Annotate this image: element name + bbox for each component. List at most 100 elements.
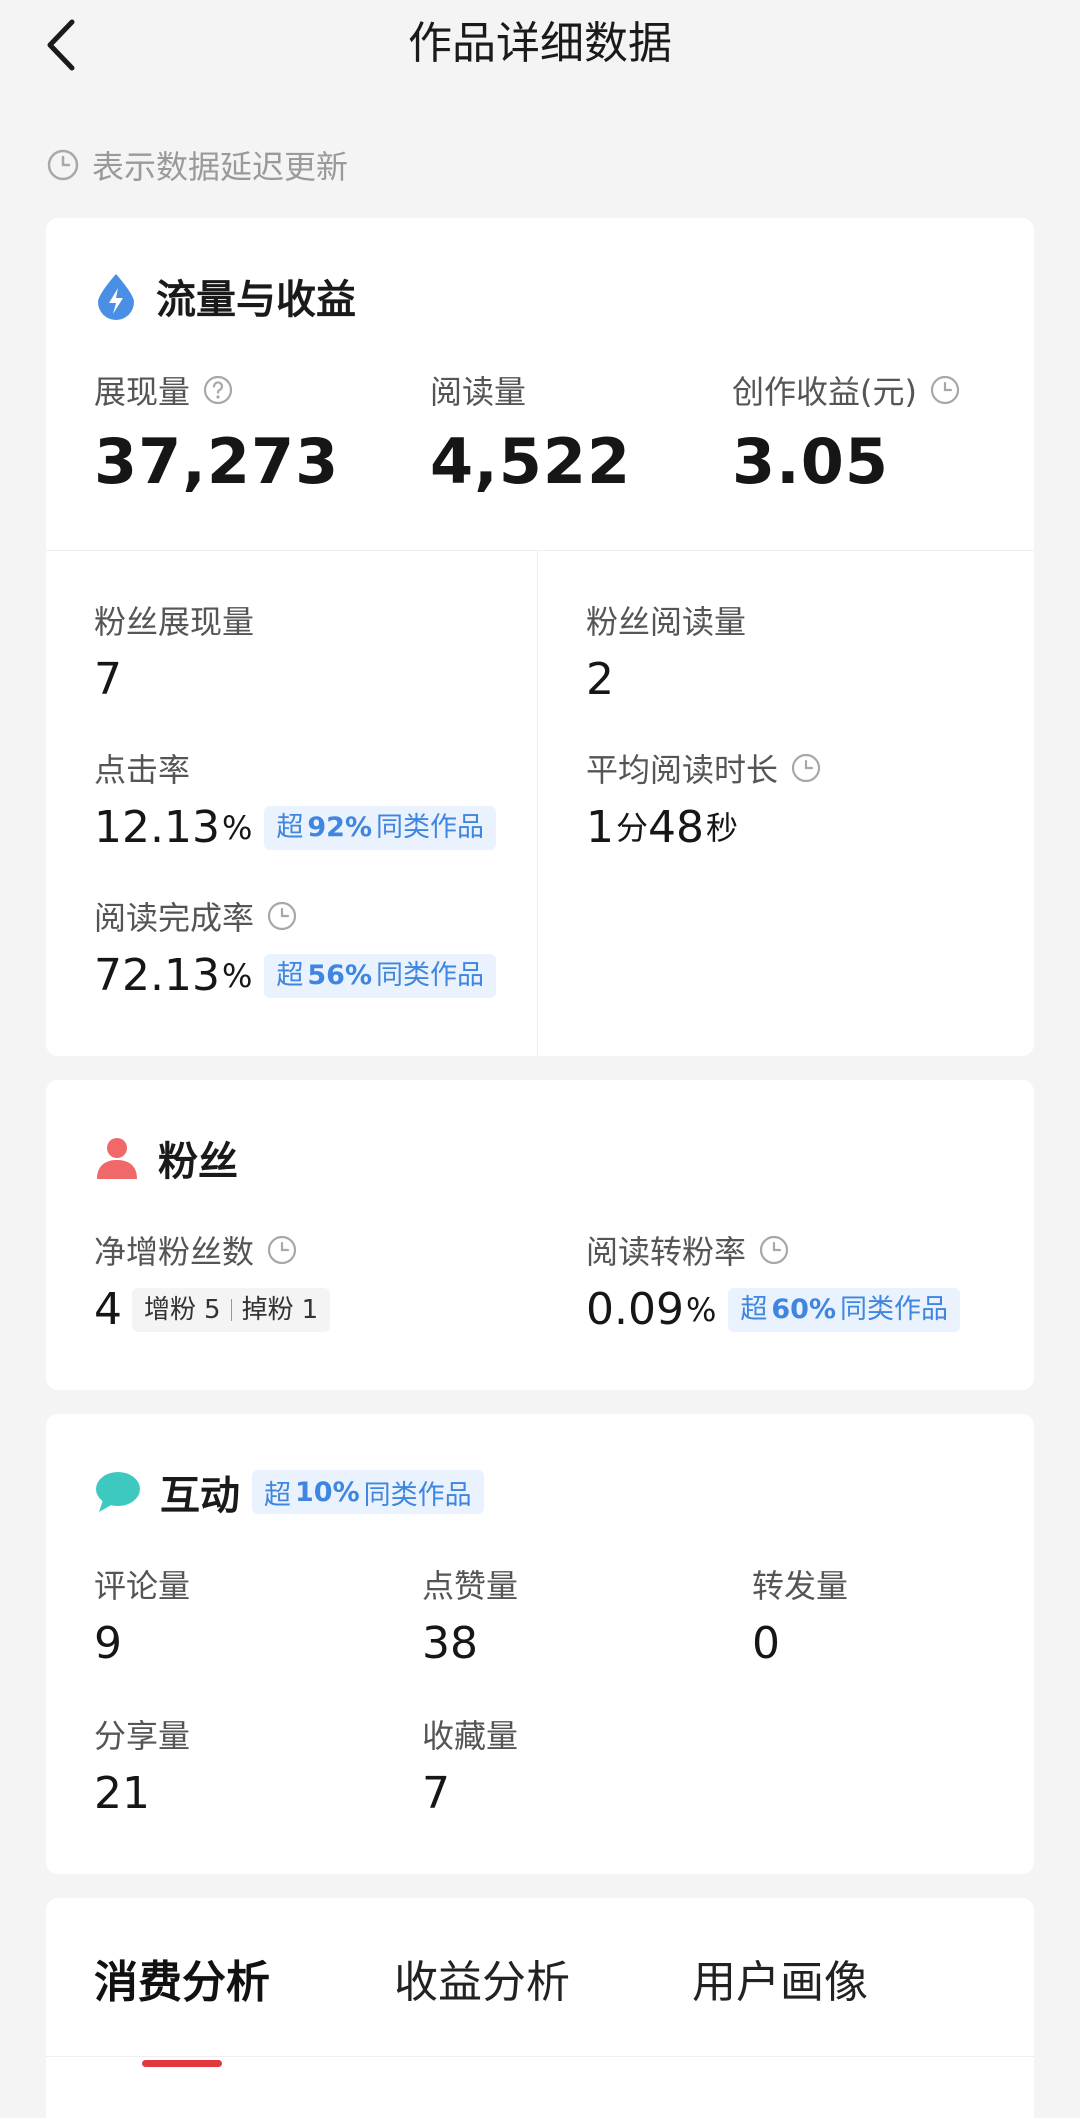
completion-rate-unit: %	[221, 957, 253, 995]
avg-read-minutes: 1	[586, 802, 614, 853]
tabs-divider	[46, 2056, 1034, 2057]
traffic-divider	[46, 550, 1034, 551]
read-to-fan-rate-metric[interactable]: 阅读转粉率 0.09% 超 60% 同类作品	[586, 1230, 961, 1336]
reposts-label: 转发量	[752, 1567, 849, 1605]
earnings-metric[interactable]: 创作收益(元) 3.05	[732, 370, 961, 498]
fan-reads-number: 2	[586, 654, 614, 705]
likes-metric[interactable]: 点赞量 38	[422, 1564, 518, 1670]
completion-rate-value: 72.13% 超 56% 同类作品	[94, 950, 497, 1002]
impressions-metric[interactable]: 展现量 37,273	[94, 370, 339, 498]
ctr-number: 12.13	[94, 802, 220, 853]
ctr-label: 点击率	[94, 751, 191, 789]
completion-rank-badge: 超 56% 同类作品	[264, 954, 497, 998]
ctr-metric[interactable]: 点击率 12.13% 超 92% 同类作品	[94, 748, 497, 854]
favorites-value: 7	[422, 1768, 450, 1819]
ctr-badge-prefix: 超	[276, 812, 304, 843]
fan-impressions-number: 7	[94, 654, 122, 705]
avg-read-time-metric[interactable]: 平均阅读时长 1 分 48 秒	[586, 748, 822, 854]
likes-label: 点赞量	[422, 1567, 519, 1605]
comments-metric[interactable]: 评论量 9	[94, 1564, 190, 1670]
chip-separator	[230, 1299, 232, 1321]
shares-label: 分享量	[94, 1717, 191, 1755]
ctr-badge-suffix: 同类作品	[376, 812, 485, 843]
fan-gain-label: 增粉	[144, 1295, 197, 1325]
shares-metric[interactable]: 分享量 21	[94, 1714, 190, 1820]
net-fans-metric[interactable]: 净增粉丝数 4 增粉 5 掉粉 1	[94, 1230, 331, 1336]
completion-rate-number: 72.13	[94, 950, 220, 1001]
interaction-card: 互动 超 10% 同类作品 评论量 9 点赞量 38 转发量 0 分享量 21 收藏…	[46, 1414, 1034, 1874]
fan-loss-label: 掉粉	[241, 1295, 294, 1325]
read-to-fan-rate-number: 0.09	[586, 1284, 684, 1335]
analysis-tabs-card: 消费分析 收益分析 用户画像	[46, 1898, 1034, 2118]
avg-read-minutes-unit: 分	[616, 809, 649, 847]
likes-value: 38	[422, 1618, 478, 1669]
interaction-rank-badge: 超 10% 同类作品	[252, 1470, 484, 1514]
read-to-fan-rate-value: 0.09% 超 60% 同类作品	[586, 1284, 961, 1336]
fan-reads-label: 粉丝阅读量	[586, 603, 747, 641]
conversion-rank-badge: 超 60% 同类作品	[728, 1288, 961, 1332]
net-fans-value: 4 增粉 5 掉粉 1	[94, 1284, 331, 1336]
completion-badge-pct: 56%	[307, 960, 373, 991]
conversion-badge-pct: 60%	[771, 1294, 837, 1325]
favorites-label: 收藏量	[422, 1717, 519, 1755]
comments-value: 9	[94, 1618, 122, 1669]
ctr-unit: %	[221, 809, 253, 847]
clock-icon	[759, 1235, 789, 1265]
fan-gain-value: 5	[204, 1295, 221, 1325]
fan-reads-metric[interactable]: 粉丝阅读量 2	[586, 600, 746, 706]
ctr-value: 12.13% 超 92% 同类作品	[94, 802, 497, 854]
interaction-card-title: 互动 超 10% 同类作品	[94, 1464, 484, 1520]
top-bar: 作品详细数据	[0, 0, 1080, 95]
chat-bubble-icon	[96, 1472, 140, 1512]
comments-label: 评论量	[94, 1567, 191, 1605]
reads-label: 阅读量	[430, 373, 527, 411]
fan-impressions-value: 7	[94, 654, 254, 706]
earnings-label: 创作收益(元)	[732, 373, 917, 411]
delay-notice: 表示数据延迟更新	[46, 145, 349, 186]
shares-value: 21	[94, 1768, 150, 1819]
interaction-card-title-text: 互动	[160, 1473, 240, 1519]
fan-impressions-metric[interactable]: 粉丝展现量 7	[94, 600, 254, 706]
interaction-badge-pct: 10%	[295, 1476, 360, 1508]
delay-notice-text: 表示数据延迟更新	[92, 148, 349, 186]
avg-read-time-label: 平均阅读时长	[586, 751, 779, 789]
completion-badge-prefix: 超	[276, 960, 304, 991]
interaction-badge-prefix: 超	[264, 1479, 291, 1511]
read-to-fan-rate-unit: %	[685, 1291, 717, 1329]
user-icon	[97, 1138, 137, 1179]
tab-user-profile[interactable]: 用户画像	[692, 1898, 868, 2058]
fan-gain-loss-chip: 增粉 5 掉粉 1	[132, 1288, 331, 1332]
reposts-metric[interactable]: 转发量 0	[752, 1564, 848, 1670]
impressions-value: 37,273	[94, 425, 340, 498]
clock-icon	[47, 149, 79, 181]
impressions-label: 展现量	[94, 373, 191, 411]
conversion-badge-suffix: 同类作品	[840, 1294, 949, 1325]
interaction-badge-suffix: 同类作品	[363, 1479, 472, 1511]
reads-metric[interactable]: 阅读量 4,522	[430, 370, 631, 498]
clock-icon	[267, 901, 297, 931]
read-to-fan-rate-label: 阅读转粉率	[586, 1233, 747, 1271]
favorites-metric[interactable]: 收藏量 7	[422, 1714, 518, 1820]
fans-card-title-text: 粉丝	[158, 1139, 238, 1185]
completion-rate-label: 阅读完成率	[94, 899, 255, 937]
net-fans-label: 净增粉丝数	[94, 1233, 255, 1271]
traffic-card-title-text: 流量与收益	[156, 277, 356, 323]
traffic-column-divider	[537, 550, 538, 1056]
earnings-value: 3.05	[732, 425, 889, 498]
clock-icon	[930, 375, 960, 405]
page-title: 作品详细数据	[408, 18, 672, 69]
tab-consumption-analysis[interactable]: 消费分析	[94, 1898, 270, 2058]
active-tab-indicator	[142, 2060, 222, 2067]
avg-read-seconds: 48	[648, 802, 705, 853]
ctr-badge-pct: 92%	[307, 812, 373, 843]
fan-loss-value: 1	[301, 1295, 319, 1325]
avg-read-seconds-unit: 秒	[706, 809, 739, 847]
question-circle-icon[interactable]	[202, 374, 234, 406]
clock-icon	[791, 753, 821, 783]
ctr-rank-badge: 超 92% 同类作品	[264, 806, 497, 850]
tab-revenue-analysis[interactable]: 收益分析	[394, 1898, 570, 2058]
completion-rate-metric[interactable]: 阅读完成率 72.13% 超 56% 同类作品	[94, 896, 497, 1002]
clock-icon	[267, 1235, 297, 1265]
fans-card: 粉丝 净增粉丝数 4 增粉 5 掉粉 1 阅读转粉率 0.09% 超 60% 同…	[46, 1080, 1034, 1390]
reads-value: 4,522	[430, 425, 632, 498]
